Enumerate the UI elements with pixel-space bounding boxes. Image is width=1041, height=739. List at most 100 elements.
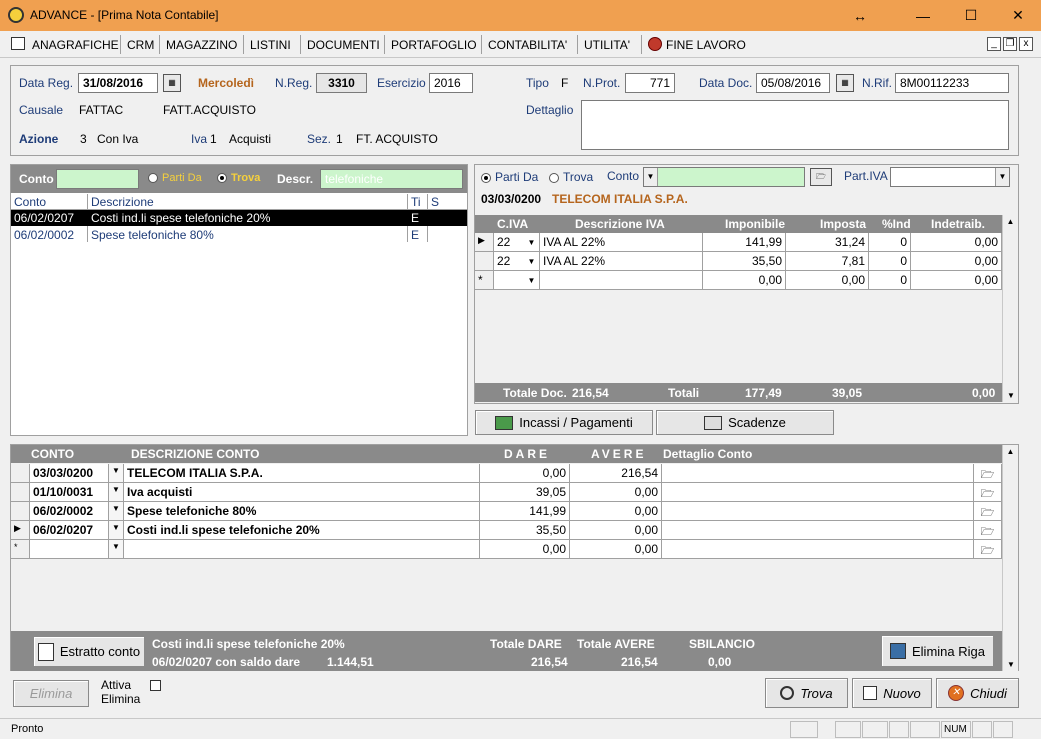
table-row[interactable]: 22 IVA AL 22% 35,50 7,81 0 0,00 bbox=[475, 252, 1002, 271]
dettaglio-cell[interactable] bbox=[662, 502, 974, 520]
calendar-icon[interactable]: ▦ bbox=[163, 74, 181, 92]
table-row[interactable]: 06/02/0002 ▼ Spese telefoniche 80% 141,9… bbox=[11, 502, 1002, 521]
ind-cell[interactable]: 0 bbox=[869, 252, 911, 270]
esercizio-field[interactable]: 2016 bbox=[429, 73, 473, 93]
menu-anagrafiche[interactable]: ANAGRAFICHE bbox=[32, 38, 119, 52]
col-dare[interactable]: DARE bbox=[504, 447, 550, 461]
avere-cell[interactable]: 0,00 bbox=[570, 521, 662, 539]
imponibile-cell[interactable]: 141,99 bbox=[703, 233, 786, 251]
menu-contabilita[interactable]: CONTABILITA' bbox=[488, 38, 567, 52]
col-imposta[interactable]: Imposta bbox=[820, 217, 866, 231]
list-item[interactable]: 06/02/0207 Costi ind.li spese telefonich… bbox=[11, 210, 467, 226]
estratto-conto-button[interactable]: Estratto conto bbox=[33, 636, 145, 667]
conto-search-input[interactable] bbox=[56, 169, 139, 189]
avere-cell[interactable]: 216,54 bbox=[570, 464, 662, 482]
menu-crm[interactable]: CRM bbox=[127, 38, 154, 52]
attiva-elimina-checkbox[interactable] bbox=[150, 680, 161, 691]
parti-da-radio-right[interactable]: Parti Da bbox=[481, 170, 538, 184]
trova-button[interactable]: Trova bbox=[765, 678, 848, 708]
open-folder-icon[interactable]: 🗁 bbox=[974, 521, 1002, 539]
maximize-button[interactable]: ☐ bbox=[948, 0, 994, 31]
table-row[interactable]: 01/10/0031 ▼ Iva acquisti 39,05 0,00 🗁 bbox=[11, 483, 1002, 502]
menu-fine-lavoro[interactable]: FINE LAVORO bbox=[666, 38, 746, 52]
avere-cell[interactable]: 0,00 bbox=[570, 483, 662, 501]
col-descrizione-conto[interactable]: DESCRIZIONE CONTO bbox=[131, 447, 259, 461]
part-iva-dropdown-icon[interactable]: ▼ bbox=[995, 168, 1009, 186]
parti-da-radio[interactable]: Parti Da bbox=[148, 172, 202, 184]
col-civa[interactable]: C.IVA bbox=[497, 217, 528, 231]
col-descr-iva[interactable]: Descrizione IVA bbox=[575, 217, 665, 231]
col-ind[interactable]: %Ind bbox=[882, 217, 911, 231]
mdi-close-button[interactable]: x bbox=[1019, 37, 1033, 51]
scadenze-button[interactable]: Scadenze bbox=[656, 410, 834, 435]
trova-radio-right[interactable]: Trova bbox=[549, 170, 593, 184]
menu-listini[interactable]: LISTINI bbox=[250, 38, 291, 52]
imponibile-cell[interactable]: 35,50 bbox=[703, 252, 786, 270]
data-doc-field[interactable]: 05/08/2016 bbox=[756, 73, 830, 93]
open-folder-icon[interactable]: 🗁 bbox=[810, 168, 832, 186]
conto-dropdown-icon[interactable]: ▼ bbox=[109, 540, 124, 558]
col-imponibile[interactable]: Imponibile bbox=[725, 217, 785, 231]
trova-radio[interactable]: Trova bbox=[217, 172, 260, 184]
menu-utilita[interactable]: UTILITA' bbox=[584, 38, 630, 52]
table-row[interactable]: ▶ 06/02/0207 ▼ Costi ind.li spese telefo… bbox=[11, 521, 1002, 540]
conto-dropdown-icon[interactable]: ▼ bbox=[109, 464, 124, 482]
list-item[interactable]: 06/02/0002 Spese telefoniche 80% E bbox=[11, 227, 467, 243]
dare-cell[interactable]: 39,05 bbox=[480, 483, 570, 501]
conto-cell[interactable] bbox=[30, 540, 109, 558]
menu-portafoglio[interactable]: PORTAFOGLIO bbox=[391, 38, 477, 52]
dettaglio-field[interactable] bbox=[581, 100, 1009, 150]
calendar-doc-icon[interactable]: ▦ bbox=[836, 74, 854, 92]
descr-cell[interactable]: Iva acquisti bbox=[124, 483, 480, 501]
mdi-minimize-button[interactable]: _ bbox=[987, 37, 1001, 51]
conto-cell[interactable]: 06/02/0002 bbox=[30, 502, 109, 520]
table-row[interactable]: ▶ 22 IVA AL 22% 141,99 31,24 0 0,00 bbox=[475, 233, 1002, 252]
col-indetr[interactable]: Indetraib. bbox=[931, 217, 985, 231]
imposta-cell[interactable]: 0,00 bbox=[786, 271, 869, 289]
table-row[interactable]: * ▼ 0,00 0,00 🗁 bbox=[11, 540, 1002, 559]
avere-cell[interactable]: 0,00 bbox=[570, 502, 662, 520]
col-ti[interactable]: Ti bbox=[411, 195, 421, 209]
col-s[interactable]: S bbox=[431, 195, 439, 209]
civa-dropdown-icon[interactable]: ▼ bbox=[524, 253, 539, 270]
dettaglio-cell[interactable] bbox=[662, 483, 974, 501]
indetr-cell[interactable]: 0,00 bbox=[911, 233, 1002, 251]
part-iva-select[interactable] bbox=[890, 167, 1010, 187]
movements-scrollbar[interactable]: ▲ ▼ bbox=[1002, 445, 1018, 671]
col-avere[interactable]: AVERE bbox=[591, 447, 646, 461]
conto-input-right[interactable] bbox=[643, 167, 805, 187]
elimina-riga-button[interactable]: Elimina Riga bbox=[881, 635, 994, 667]
data-reg-field[interactable]: 31/08/2016 bbox=[78, 73, 158, 93]
imponibile-cell[interactable]: 0,00 bbox=[703, 271, 786, 289]
dettaglio-cell[interactable] bbox=[662, 464, 974, 482]
descr-cell[interactable] bbox=[124, 540, 480, 558]
conto-dropdown-icon[interactable]: ▼ bbox=[109, 502, 124, 520]
mdi-restore-button[interactable]: ❐ bbox=[1003, 37, 1017, 51]
descr-cell[interactable]: Spese telefoniche 80% bbox=[124, 502, 480, 520]
open-folder-icon[interactable]: 🗁 bbox=[974, 464, 1002, 482]
col-conto-mov[interactable]: CONTO bbox=[31, 447, 74, 461]
conto-dropdown-icon[interactable]: ▼ bbox=[644, 168, 658, 186]
col-dettaglio-conto[interactable]: Dettaglio Conto bbox=[663, 447, 752, 461]
col-descrizione[interactable]: Descrizione bbox=[91, 195, 154, 209]
conto-cell[interactable]: 01/10/0031 bbox=[30, 483, 109, 501]
ind-cell[interactable]: 0 bbox=[869, 271, 911, 289]
imposta-cell[interactable]: 7,81 bbox=[786, 252, 869, 270]
descr-cell[interactable]: IVA AL 22% bbox=[540, 233, 703, 251]
dare-cell[interactable]: 0,00 bbox=[480, 464, 570, 482]
dettaglio-cell[interactable] bbox=[662, 521, 974, 539]
ind-cell[interactable]: 0 bbox=[869, 233, 911, 251]
menu-magazzino[interactable]: MAGAZZINO bbox=[166, 38, 237, 52]
avere-cell[interactable]: 0,00 bbox=[570, 540, 662, 558]
chiudi-button[interactable]: ✕ Chiudi bbox=[936, 678, 1019, 708]
indetr-cell[interactable]: 0,00 bbox=[911, 271, 1002, 289]
conto-cell[interactable]: 06/02/0207 bbox=[30, 521, 109, 539]
dare-cell[interactable]: 0,00 bbox=[480, 540, 570, 558]
descr-cell[interactable] bbox=[540, 271, 703, 289]
descr-cell[interactable]: Costi ind.li spese telefoniche 20% bbox=[124, 521, 480, 539]
table-row[interactable]: * 0,00 0,00 0 0,00 bbox=[475, 271, 1002, 290]
civa-dropdown-icon[interactable]: ▼ bbox=[524, 234, 539, 251]
descr-search-input[interactable]: telefoniche bbox=[320, 169, 463, 189]
col-conto[interactable]: Conto bbox=[14, 195, 46, 209]
n-rif-field[interactable]: 8M00112233 bbox=[895, 73, 1009, 93]
